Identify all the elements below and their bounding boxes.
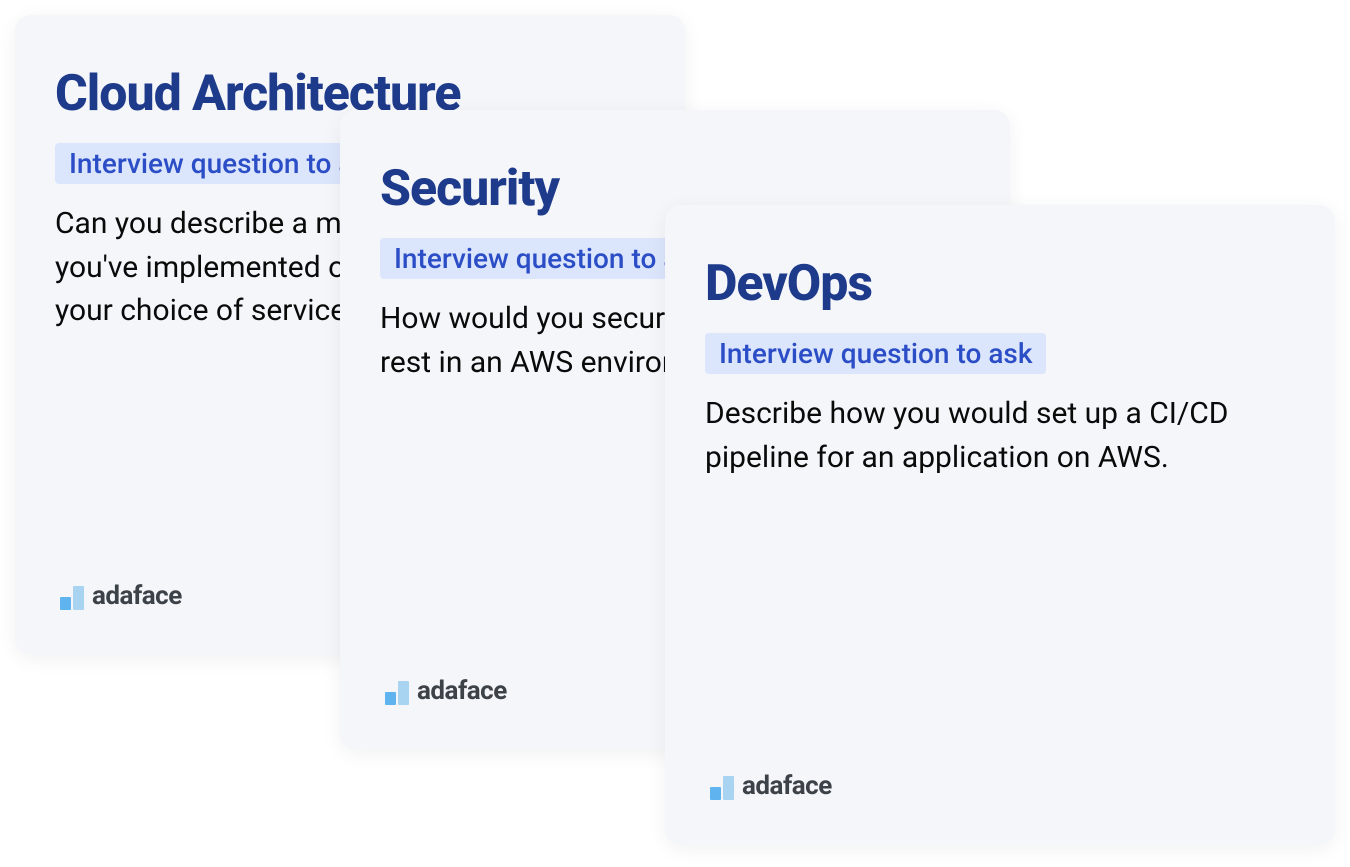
logo-bars-icon xyxy=(710,776,734,800)
question-text: Describe how you would set up a CI/CD pi… xyxy=(705,392,1295,479)
brand-name: adaface xyxy=(742,773,832,800)
logo-bars-icon xyxy=(385,681,409,705)
interview-badge: Interview question to ask xyxy=(705,333,1046,374)
brand-logo: adaface xyxy=(385,678,507,705)
brand-logo: adaface xyxy=(710,773,832,800)
brand-logo: adaface xyxy=(60,583,182,610)
logo-bars-icon xyxy=(60,586,84,610)
card-devops: DevOps Interview question to ask Describ… xyxy=(665,205,1335,845)
brand-name: adaface xyxy=(417,678,507,705)
card-title: DevOps xyxy=(705,255,1295,313)
brand-name: adaface xyxy=(92,583,182,610)
